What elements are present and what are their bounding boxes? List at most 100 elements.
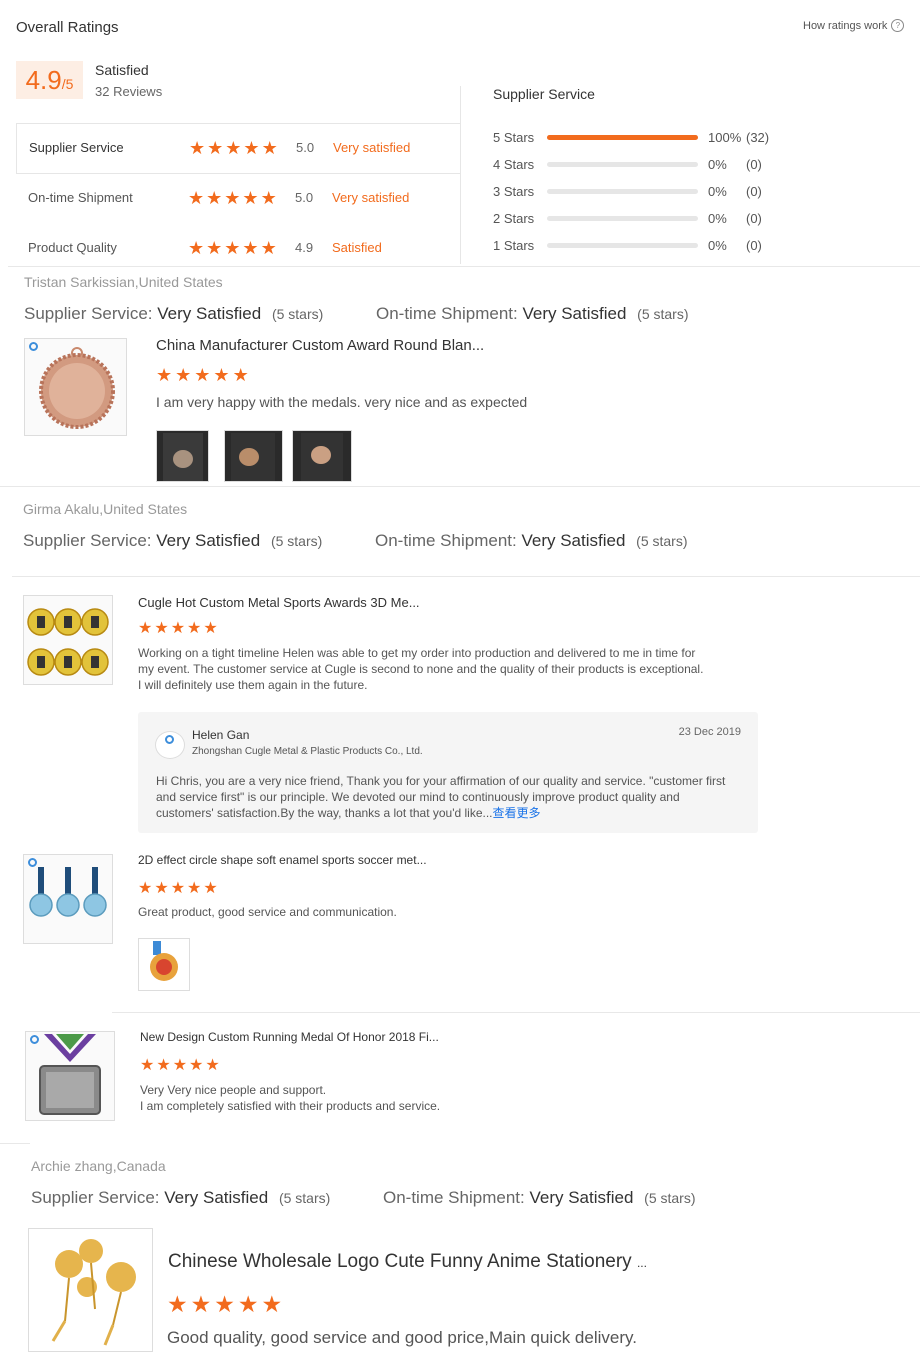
divider (12, 576, 920, 577)
product-thumbnail[interactable] (25, 1031, 115, 1121)
breakdown-percent: 0% (708, 238, 727, 253)
criteria-stars: ★ ★ ★ ★ ★ (188, 239, 277, 257)
supplier-service-label: Supplier Service: (31, 1188, 160, 1207)
criteria-row: Supplier Service ★ ★ ★ ★ ★ 5.0 Very satisfie… (16, 124, 460, 174)
logo-badge-icon (29, 342, 38, 351)
star-icon: ★ (261, 138, 278, 158)
logo-badge-icon (165, 735, 174, 744)
breakdown-label: 1 Stars (493, 238, 535, 253)
reply-text-line: customers' satisfaction.By the way, than… (156, 805, 725, 821)
medal-image (39, 347, 115, 429)
breakdown-label: 3 Stars (493, 184, 535, 199)
supplier-service-verdict: Very Satisfied (164, 1188, 269, 1207)
breakdown-count: (0) (746, 211, 762, 226)
ontime-shipment-stars: (5 stars) (637, 306, 689, 322)
breakdown-row: 2 Stars 0% (0) (493, 211, 793, 229)
star-icon: ★ (138, 620, 153, 637)
product-title-link[interactable]: Cugle Hot Custom Metal Sports Awards 3D … (138, 595, 420, 610)
star-icon: ★ (232, 365, 249, 385)
photo-image (231, 433, 275, 481)
breakdown-count: (0) (746, 238, 762, 253)
review-text-line: my event. The customer service at Cugle … (138, 662, 704, 676)
breakdown-count: (0) (746, 157, 762, 172)
review-text: Good quality, good service and good pric… (167, 1328, 637, 1347)
reviewer-name: Girma Akalu,United States (23, 501, 188, 517)
star-icon: ★ (172, 1057, 188, 1074)
review-photo[interactable] (156, 430, 209, 482)
score-box: 4.9 /5 (16, 61, 83, 99)
reply-date: 23 Dec 2019 (678, 726, 741, 738)
breakdown-percent: 0% (708, 157, 727, 172)
product-title-link[interactable]: Chinese Wholesale Logo Cute Funny Anime … (168, 1251, 647, 1273)
breakdown-row: 5 Stars 100% (32) (493, 130, 793, 148)
product-title-link[interactable]: New Design Custom Running Medal Of Honor… (140, 1030, 439, 1044)
product-thumbnail[interactable] (24, 338, 127, 436)
criteria-row: On-time Shipment ★ ★ ★ ★ ★ 5.0 Very satisfie… (16, 174, 460, 224)
ontime-shipment-verdict: Very Satisfied (529, 1188, 634, 1207)
star-icon: ★ (237, 1291, 259, 1317)
score-value: 4.9 (25, 65, 62, 95)
criteria-label: On-time Shipment (28, 190, 133, 205)
how-ratings-work-link[interactable]: How ratings work ? (803, 19, 905, 32)
star-icon: ★ (170, 620, 186, 637)
breakdown-percent: 0% (708, 211, 727, 226)
see-more-link[interactable]: 查看更多 (493, 806, 541, 820)
review-stars: ★ ★ ★ ★ ★ (140, 1058, 220, 1074)
star-icon: ★ (154, 880, 169, 897)
overall-verdict: Satisfied (95, 62, 149, 78)
star-icon: ★ (224, 188, 241, 208)
reviewer-name: Archie zhang,Canada (31, 1158, 166, 1174)
criteria-label: Supplier Service (29, 140, 124, 155)
photo-image (163, 433, 203, 481)
ontime-shipment-verdict: Very Satisfied (521, 531, 626, 550)
breakdown-bar (547, 135, 698, 140)
review-photo[interactable] (138, 938, 190, 991)
breakdown-bar (547, 216, 698, 221)
reviewer-name: Tristan Sarkissian,United States (24, 274, 223, 290)
star-icon: ★ (203, 880, 218, 897)
review-stars: ★ ★ ★ ★ ★ (167, 1293, 282, 1316)
supplier-service-verdict: Very Satisfied (156, 531, 261, 550)
criteria-stars: ★ ★ ★ ★ ★ (188, 189, 277, 207)
review-text: Very Very nice people and support. I am … (140, 1082, 440, 1114)
sports-medals-image (27, 608, 109, 676)
review-text-line: I will definitely use them again in the … (138, 678, 368, 692)
reply-text-line: Hi Chris, you are a very nice friend, Th… (156, 774, 726, 788)
ontime-shipment-label: On-time Shipment: (375, 531, 517, 550)
product-title-link[interactable]: 2D effect circle shape soft enamel sport… (138, 853, 427, 867)
star-icon: ★ (156, 1057, 171, 1074)
ontime-shipment-verdict: Very Satisfied (522, 304, 627, 323)
star-icon: ★ (167, 1291, 188, 1317)
star-icon: ★ (154, 620, 169, 637)
star-icon: ★ (224, 238, 241, 258)
star-icon: ★ (261, 1291, 283, 1317)
review-ratings-summary: Supplier Service: Very Satisfied (5 star… (23, 531, 322, 551)
reply-name: Helen Gan (192, 728, 250, 742)
product-thumbnail[interactable] (23, 595, 113, 685)
star-icon: ★ (194, 365, 211, 385)
review-photo[interactable] (224, 430, 283, 482)
review-text-line: I am completely satisfied with their pro… (140, 1099, 441, 1113)
product-title-ellipsis: ... (636, 1256, 647, 1270)
review-photo[interactable] (292, 430, 352, 482)
criteria-verdict: Satisfied (332, 240, 382, 255)
criteria-score: 5.0 (296, 140, 315, 155)
star-icon: ★ (207, 138, 224, 158)
criteria-table: Supplier Service ★ ★ ★ ★ ★ 5.0 Very satisfie… (16, 123, 460, 264)
photo-image (150, 941, 178, 981)
star-icon: ★ (170, 880, 186, 897)
criteria-verdict: Very satisfied (333, 140, 411, 155)
criteria-stars: ★ ★ ★ ★ ★ (189, 139, 278, 157)
star-icon: ★ (242, 238, 259, 258)
divider (8, 266, 920, 267)
star-icon: ★ (203, 620, 218, 637)
star-icon: ★ (260, 188, 277, 208)
star-icon: ★ (140, 1057, 155, 1074)
star-icon: ★ (175, 365, 192, 385)
supplier-avatar (155, 731, 185, 759)
product-title-link[interactable]: China Manufacturer Custom Award Round Bl… (156, 337, 484, 354)
star-icon: ★ (138, 880, 153, 897)
product-thumbnail[interactable] (28, 1228, 153, 1352)
product-thumbnail[interactable] (23, 854, 113, 944)
supplier-service-stars: (5 stars) (271, 306, 324, 322)
